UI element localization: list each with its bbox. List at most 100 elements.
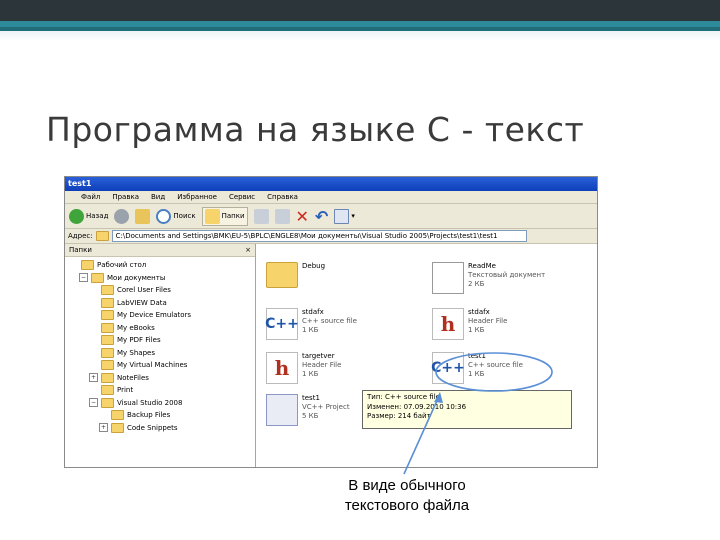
back-arrow-icon	[69, 208, 84, 224]
file-name: stdafx	[468, 308, 490, 316]
file-name: test1	[302, 394, 320, 402]
forward-button[interactable]	[114, 208, 130, 224]
tree-item[interactable]: Рабочий стол	[65, 259, 255, 272]
tree-item-label: LabVIEW Data	[117, 298, 167, 307]
caption: В виде обычного текстового файла	[332, 476, 482, 516]
menu-item-view[interactable]: Вид	[151, 191, 165, 203]
cpp-file-icon: C++	[265, 308, 299, 340]
file-name: ReadMe	[468, 262, 496, 270]
tree-item[interactable]: My eBooks	[65, 322, 255, 335]
delete-button[interactable]: ✕	[296, 207, 309, 226]
menu-item-tools[interactable]: Сервис	[229, 191, 255, 203]
file-type: Header File	[302, 361, 342, 369]
folders-pane-title: Папки	[69, 246, 92, 254]
tooltip-type: Тип: C++ source file	[367, 393, 440, 401]
move-button[interactable]	[253, 208, 269, 224]
menu-item-favorites[interactable]: Избранное	[177, 191, 217, 203]
file-item[interactable]: test1 VC++ Project 5 КБ	[266, 394, 350, 426]
tree-item[interactable]: + Code Snippets	[65, 422, 255, 435]
expand-icon[interactable]: +	[89, 373, 98, 383]
file-name: stdafx	[302, 308, 324, 316]
search-button[interactable]: Поиск	[156, 208, 196, 224]
file-details: test1 VC++ Project 5 КБ	[302, 394, 350, 426]
expand-icon[interactable]: +	[99, 423, 108, 433]
tree-item[interactable]: Corel User Files	[65, 284, 255, 297]
folder-icon	[101, 397, 114, 408]
views-icon	[334, 208, 350, 224]
undo-button[interactable]: ↶	[315, 207, 328, 226]
up-button[interactable]	[135, 208, 151, 224]
tree-item[interactable]: − Мои документы	[65, 272, 255, 285]
close-icon[interactable]: ×	[245, 244, 251, 256]
tree-item[interactable]: My Device Emulators	[65, 309, 255, 322]
cpp-file-icon: C++	[431, 352, 465, 384]
folders-icon	[204, 208, 220, 224]
tree-item[interactable]: + NoteFiles	[65, 372, 255, 385]
file-item[interactable]: C++ stdafx C++ source file 1 КБ	[265, 308, 357, 340]
folders-button[interactable]: Папки	[201, 206, 248, 226]
file-item[interactable]: C++ test1 C++ source file 1 КБ	[431, 352, 523, 384]
file-type: C++ source file	[302, 317, 357, 325]
file-item[interactable]: Debug	[266, 262, 325, 288]
file-list: Debug ReadMe Текстовый документ 2 КБ C++ stda…	[256, 244, 597, 467]
file-size: 1 КБ	[302, 370, 319, 378]
slide-title: Программа на языке С - текст	[46, 110, 585, 149]
folder-icon	[101, 297, 114, 308]
file-item[interactable]: h targetver Header File 1 КБ	[266, 352, 341, 384]
folder-icon	[266, 262, 298, 288]
window-titlebar: test1	[65, 177, 597, 191]
file-size: 1 КБ	[468, 326, 485, 334]
collapse-icon[interactable]: −	[89, 398, 98, 408]
tree-item[interactable]: My PDF Files	[65, 334, 255, 347]
file-details: stdafx Header File 1 КБ	[468, 308, 507, 340]
address-folder-icon	[95, 231, 109, 241]
tree-item[interactable]: Print	[65, 384, 255, 397]
folder-icon	[101, 335, 114, 346]
chevron-down-icon: ▾	[351, 212, 355, 220]
file-item[interactable]: h stdafx Header File 1 КБ	[432, 308, 507, 340]
tree-item[interactable]: My Shapes	[65, 347, 255, 360]
folder-icon	[101, 372, 114, 383]
views-button[interactable]: ▾	[334, 208, 355, 224]
search-icon	[156, 208, 172, 224]
file-type: C++ source file	[468, 361, 523, 369]
folder-tree: Рабочий стол − Мои документы Corel User Fil…	[65, 257, 255, 434]
back-button[interactable]: Назад	[69, 208, 108, 224]
file-type: Текстовый документ	[468, 271, 546, 279]
search-label: Поиск	[173, 212, 196, 220]
tree-item-label: NoteFiles	[117, 373, 149, 382]
tree-item-label: Рабочий стол	[97, 261, 147, 270]
menu-item-help[interactable]: Справка	[267, 191, 298, 203]
tree-item[interactable]: LabVIEW Data	[65, 297, 255, 310]
copy-button[interactable]	[274, 208, 290, 224]
folder-up-icon	[135, 208, 151, 224]
file-size: 1 КБ	[302, 326, 319, 334]
tree-item-label: Backup Files	[127, 411, 171, 420]
tree-item[interactable]: Backup Files	[65, 409, 255, 422]
vc-project-icon	[266, 394, 298, 426]
header-file-icon: h	[266, 352, 298, 384]
file-item[interactable]: ReadMe Текстовый документ 2 КБ	[432, 262, 545, 294]
address-input[interactable]: C:\Documents and Settings\BMK\EU-5\BPLC\…	[111, 230, 527, 242]
delete-x-icon: ✕	[295, 206, 309, 226]
menu-item-file[interactable]: Файл	[81, 191, 100, 203]
tooltip-modified: Изменен: 07.09.2010 10:36	[367, 402, 467, 411]
file-type: VC++ Project	[302, 403, 350, 411]
tree-item-label: My Virtual Machines	[117, 361, 188, 370]
header-fade	[0, 31, 720, 41]
caption-line-1: В виде обычного	[348, 477, 466, 494]
folder-icon	[81, 260, 94, 271]
file-name: test1	[468, 352, 486, 360]
tree-item[interactable]: My Virtual Machines	[65, 359, 255, 372]
file-name: Debug	[302, 262, 326, 270]
folders-pane-header: Папки ×	[65, 244, 255, 257]
folder-icon	[91, 272, 104, 283]
tree-item[interactable]: − Visual Studio 2008	[65, 397, 255, 410]
file-size: 2 КБ	[468, 280, 485, 288]
window-title: test1	[68, 179, 92, 188]
tree-item-label: Мои документы	[107, 273, 166, 282]
explorer-panes: Папки × Рабочий стол − Мои документы Corel …	[65, 244, 597, 467]
tree-item-label: Code Snippets	[127, 423, 178, 432]
menu-item-edit[interactable]: Правка	[112, 191, 139, 203]
collapse-icon[interactable]: −	[79, 273, 88, 283]
